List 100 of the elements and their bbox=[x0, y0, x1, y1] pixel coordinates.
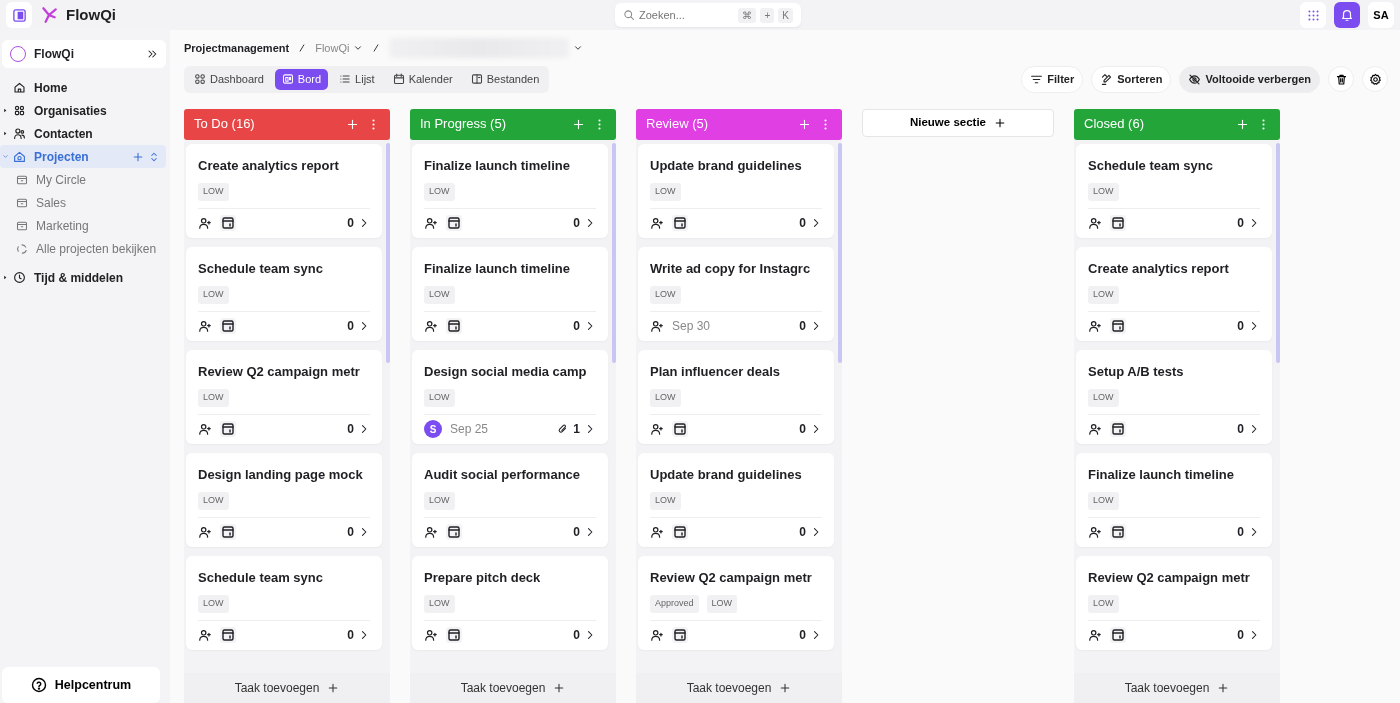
breadcrumb-link[interactable]: Projectmanagement bbox=[184, 39, 290, 57]
toolbar-button[interactable]: Filter bbox=[1021, 66, 1084, 93]
task-card[interactable]: Update brand guidelines LOW 0 bbox=[638, 143, 834, 238]
view-tab[interactable]: Kalender bbox=[385, 69, 460, 90]
task-card[interactable]: Schedule team sync LOW 0 bbox=[186, 555, 382, 650]
calendar-icon[interactable] bbox=[446, 524, 462, 540]
toolbar-button[interactable]: Sorteren bbox=[1091, 66, 1172, 93]
calendar-icon[interactable] bbox=[220, 627, 236, 643]
caret-down-icon bbox=[2, 153, 9, 160]
task-card[interactable]: Design landing page mock LOW 0 bbox=[186, 452, 382, 547]
sidebar-subitem[interactable]: Sales bbox=[0, 191, 166, 214]
task-card[interactable]: Create analytics report LOW 0 bbox=[186, 143, 382, 238]
add-person-icon[interactable] bbox=[1088, 525, 1102, 539]
add-person-icon[interactable] bbox=[424, 525, 438, 539]
add-person-icon[interactable] bbox=[650, 319, 664, 333]
sidebar-item[interactable]: Home bbox=[0, 76, 166, 99]
view-tab[interactable]: Bestanden bbox=[463, 69, 547, 90]
calendar-icon[interactable] bbox=[1110, 627, 1126, 643]
add-person-icon[interactable] bbox=[424, 628, 438, 642]
task-card[interactable]: Design social media camp LOW S Sep 25 1 bbox=[412, 349, 608, 444]
sidebar-item[interactable]: Contacten bbox=[0, 122, 166, 145]
add-person-icon[interactable] bbox=[650, 525, 664, 539]
scrollbar[interactable] bbox=[1276, 142, 1280, 363]
sidebar-item[interactable]: Projecten bbox=[0, 145, 166, 168]
scrollbar[interactable] bbox=[838, 142, 842, 363]
task-card[interactable]: Finalize launch timeline LOW 0 bbox=[412, 246, 608, 341]
calendar-icon[interactable] bbox=[220, 215, 236, 231]
calendar-icon[interactable] bbox=[672, 524, 688, 540]
add-person-icon[interactable] bbox=[198, 216, 212, 230]
calendar-icon[interactable] bbox=[220, 318, 236, 334]
task-card[interactable]: Prepare pitch deck LOW 0 bbox=[412, 555, 608, 650]
plus-icon[interactable] bbox=[798, 117, 811, 131]
calendar-icon[interactable] bbox=[220, 524, 236, 540]
sidebar-subitem[interactable]: Alle projecten bekijken bbox=[0, 237, 166, 260]
calendar-icon[interactable] bbox=[1110, 215, 1126, 231]
add-person-icon[interactable] bbox=[424, 216, 438, 230]
view-tab[interactable]: Bord bbox=[274, 69, 329, 90]
delete-button[interactable] bbox=[1328, 66, 1354, 93]
add-person-icon[interactable] bbox=[1088, 628, 1102, 642]
view-tab[interactable]: Lijst bbox=[332, 69, 382, 90]
sidebar-subitem[interactable]: My Circle bbox=[0, 168, 166, 191]
calendar-icon[interactable] bbox=[446, 215, 462, 231]
calendar-icon[interactable] bbox=[1110, 318, 1126, 334]
add-person-icon[interactable] bbox=[1088, 422, 1102, 436]
add-person-icon[interactable] bbox=[650, 422, 664, 436]
workspace-switcher[interactable]: FlowQi bbox=[2, 40, 166, 68]
calendar-icon[interactable] bbox=[446, 318, 462, 334]
add-person-icon[interactable] bbox=[198, 422, 212, 436]
add-person-icon[interactable] bbox=[198, 628, 212, 642]
task-card[interactable]: Finalize launch timeline LOW 0 bbox=[412, 143, 608, 238]
chevron-down-icon[interactable] bbox=[353, 43, 364, 53]
sidebar-item[interactable]: Tijd & middelen bbox=[0, 266, 166, 289]
task-card[interactable]: Schedule team sync LOW 0 bbox=[1076, 143, 1272, 238]
task-card[interactable]: Write ad copy for Instagrc LOW Sep 30 0 bbox=[638, 246, 834, 341]
add-person-icon[interactable] bbox=[650, 216, 664, 230]
calendar-icon[interactable] bbox=[1110, 524, 1126, 540]
task-card[interactable]: Setup A/B tests LOW 0 bbox=[1076, 349, 1272, 444]
scrollbar[interactable] bbox=[386, 142, 390, 363]
task-card[interactable]: Create analytics report LOW 0 bbox=[1076, 246, 1272, 341]
chevron-down-icon[interactable] bbox=[573, 43, 584, 53]
task-card[interactable]: Review Q2 campaign metr LOW 0 bbox=[186, 349, 382, 444]
calendar-icon[interactable] bbox=[446, 627, 462, 643]
task-card[interactable]: Update brand guidelines LOW 0 bbox=[638, 452, 834, 547]
help-center-button[interactable]: Helpcentrum bbox=[2, 667, 160, 703]
assignee-avatar[interactable]: S bbox=[424, 420, 442, 438]
new-section-button[interactable]: Nieuwe sectie bbox=[862, 108, 1054, 137]
toolbar-button[interactable]: Voltooide verbergen bbox=[1179, 66, 1320, 93]
add-person-icon[interactable] bbox=[198, 319, 212, 333]
sort-icon[interactable] bbox=[148, 150, 160, 163]
calendar-icon[interactable] bbox=[672, 215, 688, 231]
settings-button[interactable] bbox=[1362, 66, 1388, 93]
task-card[interactable]: Plan influencer deals LOW 0 bbox=[638, 349, 834, 444]
user-avatar[interactable]: SA bbox=[1368, 2, 1394, 28]
calendar-icon[interactable] bbox=[220, 421, 236, 437]
sidebar-subitem[interactable]: Marketing bbox=[0, 214, 166, 237]
calendar-icon[interactable] bbox=[1110, 421, 1126, 437]
add-person-icon[interactable] bbox=[650, 628, 664, 642]
plus-icon[interactable] bbox=[132, 150, 144, 163]
add-person-icon[interactable] bbox=[1088, 216, 1102, 230]
task-card[interactable]: Review Q2 campaign metr LOW 0 bbox=[1076, 555, 1272, 650]
add-person-icon[interactable] bbox=[198, 525, 212, 539]
task-title: Review Q2 campaign metr bbox=[650, 568, 813, 587]
add-person-icon[interactable] bbox=[424, 319, 438, 333]
add-person-icon[interactable] bbox=[1088, 319, 1102, 333]
scrollbar[interactable] bbox=[612, 142, 616, 363]
calendar-icon[interactable] bbox=[672, 627, 688, 643]
subtask-count: 0 bbox=[1237, 524, 1244, 541]
plus-icon[interactable] bbox=[1236, 117, 1249, 131]
sidebar-toggle-button[interactable] bbox=[6, 2, 32, 28]
task-card[interactable]: Audit social performance LOW 0 bbox=[412, 452, 608, 547]
view-tab[interactable]: Dashboard bbox=[187, 69, 271, 90]
task-card[interactable]: Review Q2 campaign metr Approved LOW 0 bbox=[638, 555, 834, 650]
plus-icon[interactable] bbox=[572, 117, 585, 131]
breadcrumb-link[interactable]: FlowQi bbox=[315, 39, 350, 57]
sidebar-item[interactable]: Organisaties bbox=[0, 99, 166, 122]
notifications-button[interactable] bbox=[1334, 2, 1360, 28]
plus-icon[interactable] bbox=[346, 117, 359, 131]
calendar-icon[interactable] bbox=[672, 421, 688, 437]
task-card[interactable]: Schedule team sync LOW 0 bbox=[186, 246, 382, 341]
task-card[interactable]: Finalize launch timeline LOW 0 bbox=[1076, 452, 1272, 547]
